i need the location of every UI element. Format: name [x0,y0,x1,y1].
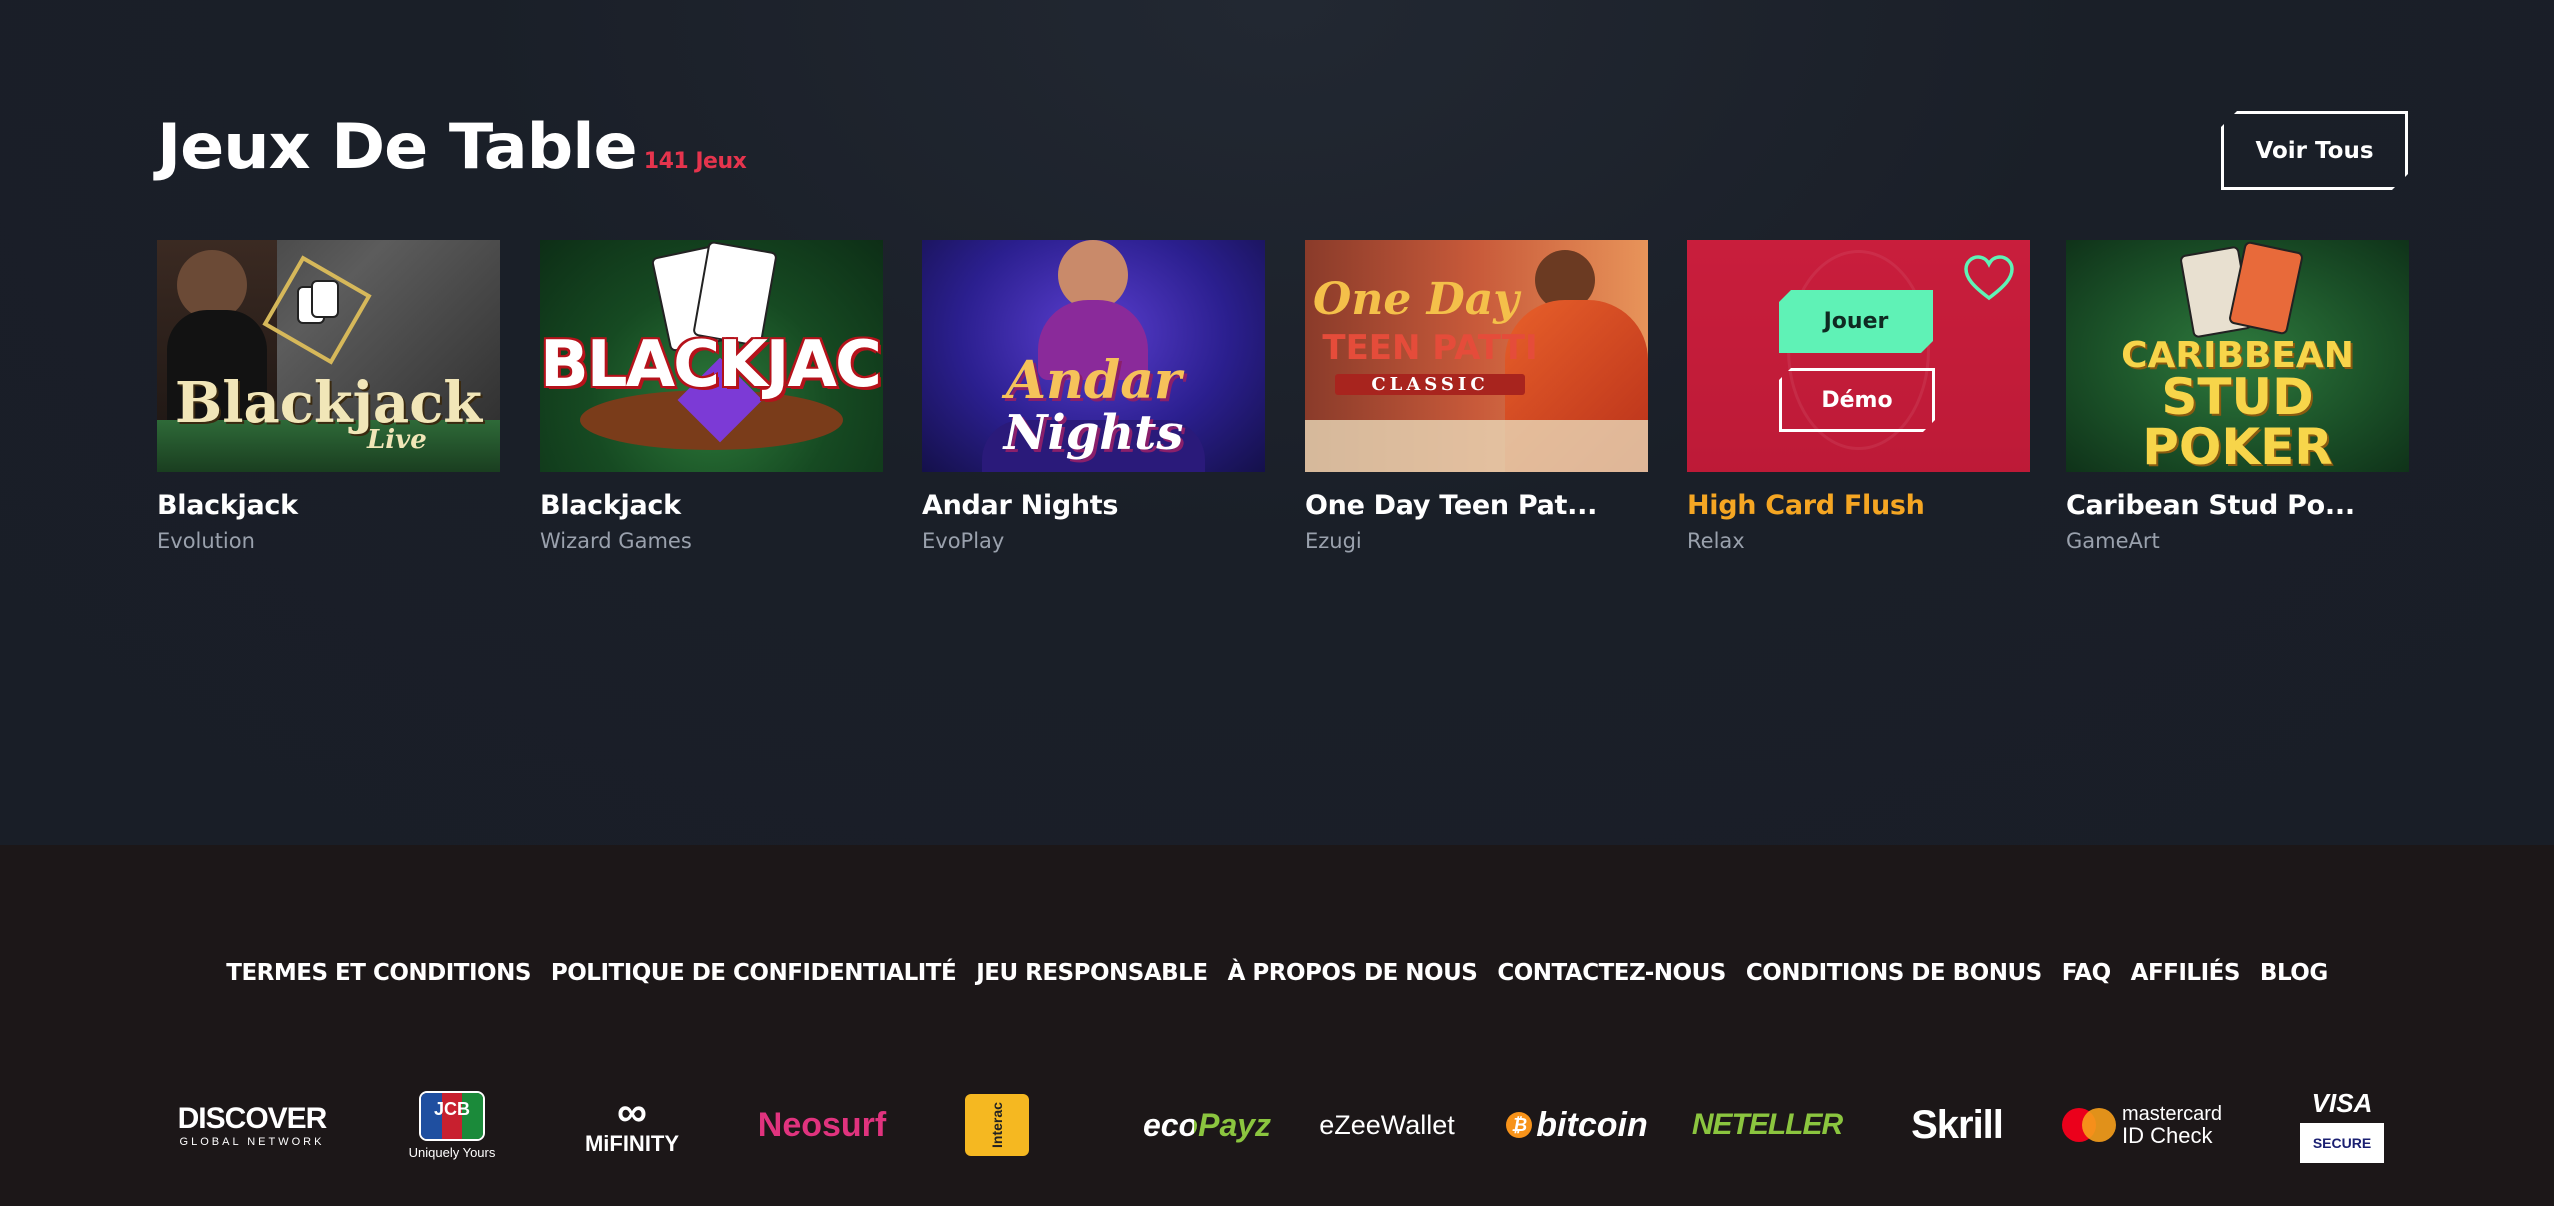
mifinity-logo: ∞ MiFINITY [557,1085,707,1165]
visa-label: VISA [2311,1087,2373,1118]
game-provider: GameArt [2066,529,2160,553]
payment-methods: DISCOVER GLOBAL NETWORK JCB Uniquely You… [157,1085,2409,1165]
thumb-tag: CLASSIC [1335,374,1525,395]
footer-link-blog[interactable]: BLOG [2260,960,2328,986]
footer-nav: TERMES ET CONDITIONS POLITIQUE DE CONFID… [0,960,2554,986]
thumb-title: One Day [1313,274,1519,325]
game-name[interactable]: Blackjack [540,490,883,521]
bitcoin-logo: ₿ bitcoin [1487,1085,1667,1165]
mastercard-logo: mastercard ID Check [2047,1085,2237,1165]
footer-link-faq[interactable]: FAQ [2062,960,2111,986]
skrill-logo: Skrill [1911,1102,2004,1147]
infinity-icon: ∞ [617,1088,647,1135]
game-thumbnail[interactable]: Blackjack Live [157,234,500,478]
footer-link-terms[interactable]: TERMES ET CONDITIONS [226,960,531,986]
mastercard-label: mastercard [2121,1103,2223,1125]
games-row: Blackjack Live Blackjack Evolution BLACK… [157,226,2409,566]
visa-secure-logo: VISA SECURE [2277,1085,2407,1165]
thumb-title: Blackjack [174,370,483,436]
ecopayz-logo: ecoPayz [1117,1085,1297,1165]
footer: TERMES ET CONDITIONS POLITIQUE DE CONFID… [0,845,2554,1206]
mifinity-label: MiFINITY [584,1131,680,1156]
game-thumbnail[interactable]: Jouer Démo [1687,234,2030,478]
footer-link-contact[interactable]: CONTACTEZ-NOUS [1497,960,1726,986]
game-thumbnail[interactable]: CARIBBEAN STUD POKER [2066,234,2409,478]
game-card[interactable]: BLACKJACK Blackjack Wizard Games [540,226,883,553]
game-count: 141 Jeux [643,149,747,174]
game-name[interactable]: Blackjack [157,490,500,521]
mastercard-icon [2061,1108,2116,1142]
heart-icon[interactable] [1963,254,2015,302]
game-name[interactable]: One Day Teen Pat... [1305,490,1648,521]
game-provider: Evolution [157,529,255,553]
ezeewallet-logo: eZeeWallet [1319,1109,1455,1140]
neteller-logo: NETELLER [1691,1108,1843,1141]
footer-link-about[interactable]: À PROPOS DE NOUS [1228,960,1478,986]
game-name[interactable]: Caribean Stud Po... [2066,490,2409,521]
footer-link-bonus-terms[interactable]: CONDITIONS DE BONUS [1746,960,2042,986]
discover-label: DISCOVER [177,1102,328,1135]
game-card[interactable]: One Day TEEN PATTI CLASSIC One Day Teen … [1305,226,1648,553]
game-card[interactable]: CARIBBEAN STUD POKER Caribean Stud Po...… [2066,226,2409,553]
discover-logo: DISCOVER GLOBAL NETWORK [177,1085,328,1165]
thumb-title: Andar [1005,350,1182,411]
thumb-subtitle: Live [367,425,427,455]
interac-label: Interac [965,1094,1029,1156]
game-thumbnail[interactable]: BLACKJACK [540,234,883,478]
game-name[interactable]: High Card Flush [1687,490,2030,521]
game-name[interactable]: Andar Nights [922,490,1265,521]
neosurf-logo: Neosurf [757,1105,887,1144]
section-title: Jeux De Table [157,110,638,183]
interac-logo: Interac [937,1085,1057,1165]
thumb-title: BLACKJACK [540,328,883,402]
game-thumbnail[interactable]: Andar Nights [922,234,1265,478]
discover-sub: GLOBAL NETWORK [179,1136,325,1148]
play-button[interactable]: Jouer [1779,290,1933,353]
games-section: Jeux De Table 141 Jeux Voir Tous Blackja… [0,0,2554,845]
game-provider: EvoPlay [922,529,1005,553]
view-all-button[interactable]: Voir Tous [2221,111,2408,190]
jcb-sub: Uniquely Yours [408,1144,496,1160]
game-thumbnail[interactable]: One Day TEEN PATTI CLASSIC [1305,234,1648,478]
game-provider: Wizard Games [540,529,692,553]
thumb-subtitle-2: POKER [2142,418,2333,476]
game-card[interactable]: Andar Nights Andar Nights EvoPlay [922,226,1265,553]
footer-link-responsible-gaming[interactable]: JEU RESPONSABLE [976,960,1208,986]
footer-link-affiliates[interactable]: AFFILIÉS [2131,960,2241,986]
demo-button[interactable]: Démo [1779,368,1935,432]
jcb-logo: JCB Uniquely Yours [377,1085,527,1165]
game-card[interactable]: Blackjack Live Blackjack Evolution [157,226,500,553]
section-header: Jeux De Table 141 Jeux [157,110,747,183]
visa-sub: SECURE [2300,1122,2384,1163]
jcb-label: JCB [433,1099,470,1119]
ecopayz-label: ecoPayz [1142,1106,1272,1143]
thumb-subtitle: TEEN PATTI [1322,328,1538,368]
game-provider: Ezugi [1305,529,1362,553]
mastercard-sub: ID Check [2121,1123,2213,1148]
bitcoin-label: bitcoin [1536,1105,1648,1144]
game-card[interactable]: Jouer Démo High Card Flush Relax [1687,226,2030,553]
bitcoin-icon: ₿ [1506,1112,1533,1138]
game-provider: Relax [1687,529,1745,553]
thumb-subtitle: Nights [1003,405,1184,461]
footer-link-privacy[interactable]: POLITIQUE DE CONFIDENTIALITÉ [551,960,957,986]
